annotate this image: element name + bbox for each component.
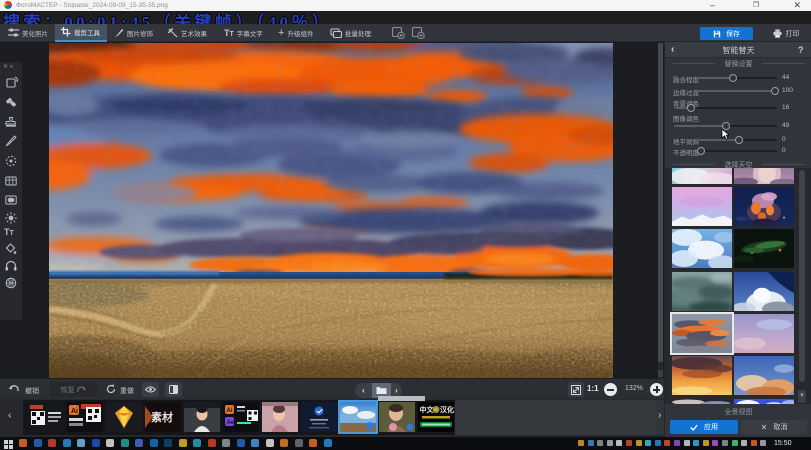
svg-text:中文: 中文 — [420, 405, 435, 414]
svg-text:Ae: Ae — [227, 420, 235, 426]
svg-text:汉化: 汉化 — [440, 405, 454, 414]
svg-text:Ai: Ai — [71, 408, 78, 415]
svg-text:素材: 素材 — [151, 410, 173, 424]
svg-text:Ai: Ai — [227, 408, 233, 414]
